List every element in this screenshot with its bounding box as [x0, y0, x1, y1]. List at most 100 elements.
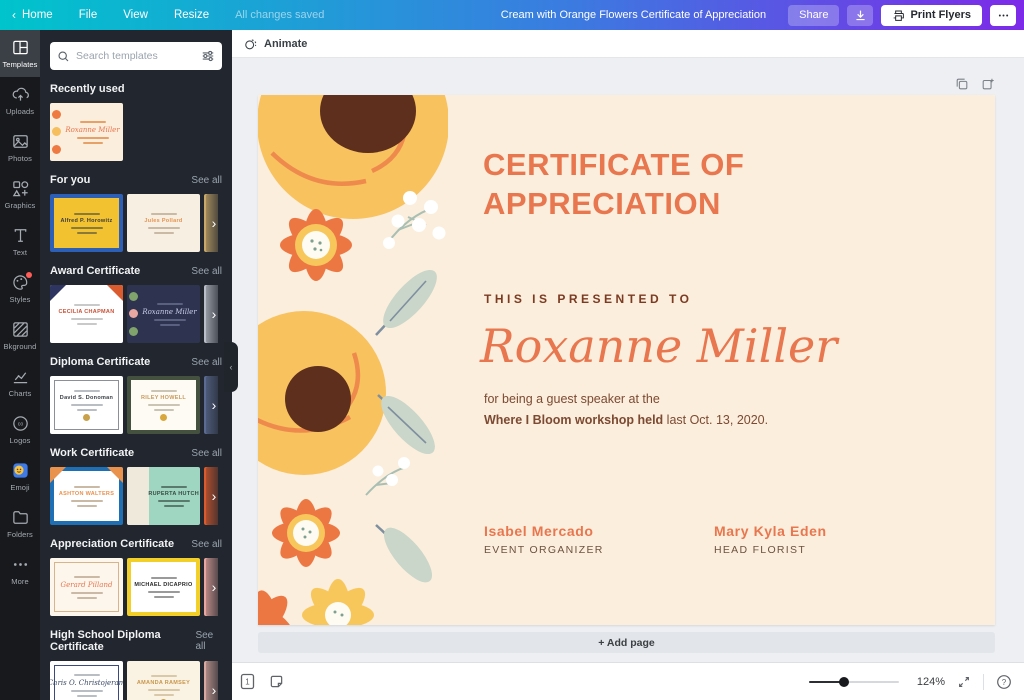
- template-thumbnail[interactable]: RILEY HOWELL: [127, 376, 200, 434]
- sidebar-item-label: Emoji: [10, 483, 29, 492]
- see-all-link[interactable]: See all: [191, 266, 222, 277]
- scroll-right-chevron[interactable]: ›: [206, 558, 222, 616]
- fullscreen-button[interactable]: [957, 675, 971, 689]
- filter-sliders-icon[interactable]: [201, 49, 215, 63]
- certificate-title-text[interactable]: CERTIFICATE OF APPRECIATION: [483, 145, 744, 223]
- notes-icon: [269, 674, 284, 689]
- templates-panel: Recently usedRoxanne MillerFor youSee al…: [40, 30, 232, 700]
- help-button[interactable]: ?: [996, 674, 1012, 690]
- view-menu[interactable]: View: [123, 9, 148, 21]
- print-flyers-button[interactable]: Print Flyers: [881, 5, 982, 26]
- sidebar-item-templates[interactable]: Templates: [0, 30, 40, 77]
- download-button[interactable]: [847, 5, 873, 26]
- template-thumbnail[interactable]: Roxanne Miller: [50, 103, 123, 161]
- folders-icon: [11, 508, 30, 527]
- see-all-link[interactable]: See all: [191, 357, 222, 368]
- search-icon: [57, 50, 70, 63]
- zoom-slider[interactable]: [809, 675, 899, 689]
- template-thumbnail[interactable]: Chris O. Christojeram: [50, 661, 123, 700]
- sidebar-item-logos[interactable]: coLogos: [0, 406, 40, 453]
- template-thumbnail[interactable]: CECILIA CHAPMAN: [50, 285, 123, 343]
- template-thumbnail[interactable]: MICHAEL DICAPRIO: [127, 558, 200, 616]
- notes-button[interactable]: [269, 674, 284, 689]
- recipient-name-text[interactable]: Roxanne Miller: [480, 319, 837, 373]
- thumbnail-row: ASHTON WALTERSRUPERTA HUTCH›: [50, 467, 222, 525]
- scroll-right-chevron[interactable]: ›: [206, 661, 222, 700]
- signature-2[interactable]: Mary Kyla Eden HEAD FLORIST: [714, 523, 944, 556]
- section-title: Appreciation Certificate: [50, 538, 174, 550]
- see-all-link[interactable]: See all: [191, 448, 222, 459]
- sidebar-item-label: Uploads: [6, 107, 34, 116]
- sidebar-item-more[interactable]: More: [0, 547, 40, 594]
- template-section: High School Diploma CertificateSee all Ch…: [50, 629, 222, 700]
- sidebar-item-label: Photos: [8, 154, 32, 163]
- sidebar-item-photos[interactable]: Photos: [0, 124, 40, 171]
- template-thumbnail[interactable]: Roxanne Miller: [127, 285, 200, 343]
- scroll-right-chevron[interactable]: ›: [206, 467, 222, 525]
- scroll-right-chevron[interactable]: ›: [206, 194, 222, 252]
- template-thumbnail[interactable]: RUPERTA HUTCH: [127, 467, 200, 525]
- add-page-button[interactable]: + Add page: [258, 632, 995, 653]
- sidebar-item-label: Graphics: [5, 201, 36, 210]
- fullscreen-icon: [957, 675, 971, 689]
- workspace: Animate: [232, 30, 1024, 700]
- see-all-link[interactable]: See all: [195, 630, 222, 652]
- page-number-icon: 1: [240, 673, 255, 690]
- thumbnail-recipient-name: Jules Pollard: [144, 218, 182, 224]
- see-all-link[interactable]: See all: [191, 175, 222, 186]
- scroll-right-chevron[interactable]: ›: [206, 285, 222, 343]
- file-menu[interactable]: File: [79, 9, 98, 21]
- save-status: All changes saved: [235, 9, 324, 21]
- template-thumbnail[interactable]: AMANDA RAMSEY: [127, 661, 200, 700]
- animate-button[interactable]: Animate: [244, 37, 307, 51]
- search-box: [50, 42, 222, 70]
- uploads-icon: [11, 85, 30, 104]
- template-section: Recently used Roxanne Miller: [50, 83, 222, 161]
- duplicate-page-button[interactable]: [955, 77, 969, 91]
- home-menu[interactable]: ‹ Home: [12, 9, 53, 21]
- see-all-link[interactable]: See all: [191, 539, 222, 550]
- floral-border-illustration[interactable]: [258, 95, 448, 625]
- section-title: Recently used: [50, 83, 125, 95]
- section-title: High School Diploma Certificate: [50, 629, 195, 653]
- animate-icon: [244, 37, 258, 51]
- template-thumbnail[interactable]: Jules Pollard: [127, 194, 200, 252]
- help-icon: ?: [996, 674, 1012, 690]
- sidebar-item-graphics[interactable]: Graphics: [0, 171, 40, 218]
- template-section: Diploma Certificate See all David S. Donom…: [50, 356, 222, 434]
- more-options-button[interactable]: [990, 5, 1016, 26]
- sidebar-item-uploads[interactable]: Uploads: [0, 77, 40, 124]
- sidebar-item-folders[interactable]: Folders: [0, 500, 40, 547]
- document-title[interactable]: Cream with Orange Flowers Certificate of…: [501, 9, 766, 21]
- zoom-slider-knob[interactable]: [839, 677, 849, 687]
- certificate-page[interactable]: CERTIFICATE OF APPRECIATION THIS IS PRES…: [258, 95, 995, 625]
- certificate-body-text[interactable]: for being a guest speaker at the Where I…: [484, 389, 768, 430]
- sidebar-item-charts[interactable]: Charts: [0, 359, 40, 406]
- thumbnail-row: David S. DonomanRILEY HOWELL›: [50, 376, 222, 434]
- search-input[interactable]: [76, 50, 195, 62]
- logos-icon: co: [11, 414, 30, 433]
- sidebar-item-emoji[interactable]: Emoji: [0, 453, 40, 500]
- collapse-panel-handle[interactable]: ‹: [224, 342, 238, 392]
- signature-1[interactable]: Isabel Mercado EVENT ORGANIZER: [484, 523, 714, 556]
- sidebar-item-background[interactable]: Bkground: [0, 312, 40, 359]
- template-thumbnail[interactable]: Alfred P. Horowitz: [50, 194, 123, 252]
- background-icon: [11, 320, 30, 339]
- presented-to-label[interactable]: THIS IS PRESENTED TO: [484, 292, 692, 306]
- pages-overview-button[interactable]: 1: [240, 673, 255, 690]
- printer-icon: [892, 9, 905, 22]
- template-thumbnail[interactable]: David S. Donoman: [50, 376, 123, 434]
- template-section: Appreciation Certificate See all Gerard Pi…: [50, 538, 222, 616]
- template-thumbnail[interactable]: ASHTON WALTERS: [50, 467, 123, 525]
- template-section: Work CertificateSee allASHTON WALTERSRUP…: [50, 447, 222, 525]
- resize-menu[interactable]: Resize: [174, 9, 209, 21]
- template-sections: Recently usedRoxanne MillerFor youSee al…: [50, 83, 222, 700]
- sidebar-item-styles[interactable]: Styles: [0, 265, 40, 312]
- section-title: Diploma Certificate: [50, 356, 150, 368]
- sidebar-item-text[interactable]: Text: [0, 218, 40, 265]
- templates-icon: [11, 38, 30, 57]
- scroll-right-chevron[interactable]: ›: [206, 376, 222, 434]
- template-thumbnail[interactable]: Gerard Pilland: [50, 558, 123, 616]
- add-new-page-button[interactable]: [981, 77, 995, 91]
- share-button[interactable]: Share: [788, 5, 839, 26]
